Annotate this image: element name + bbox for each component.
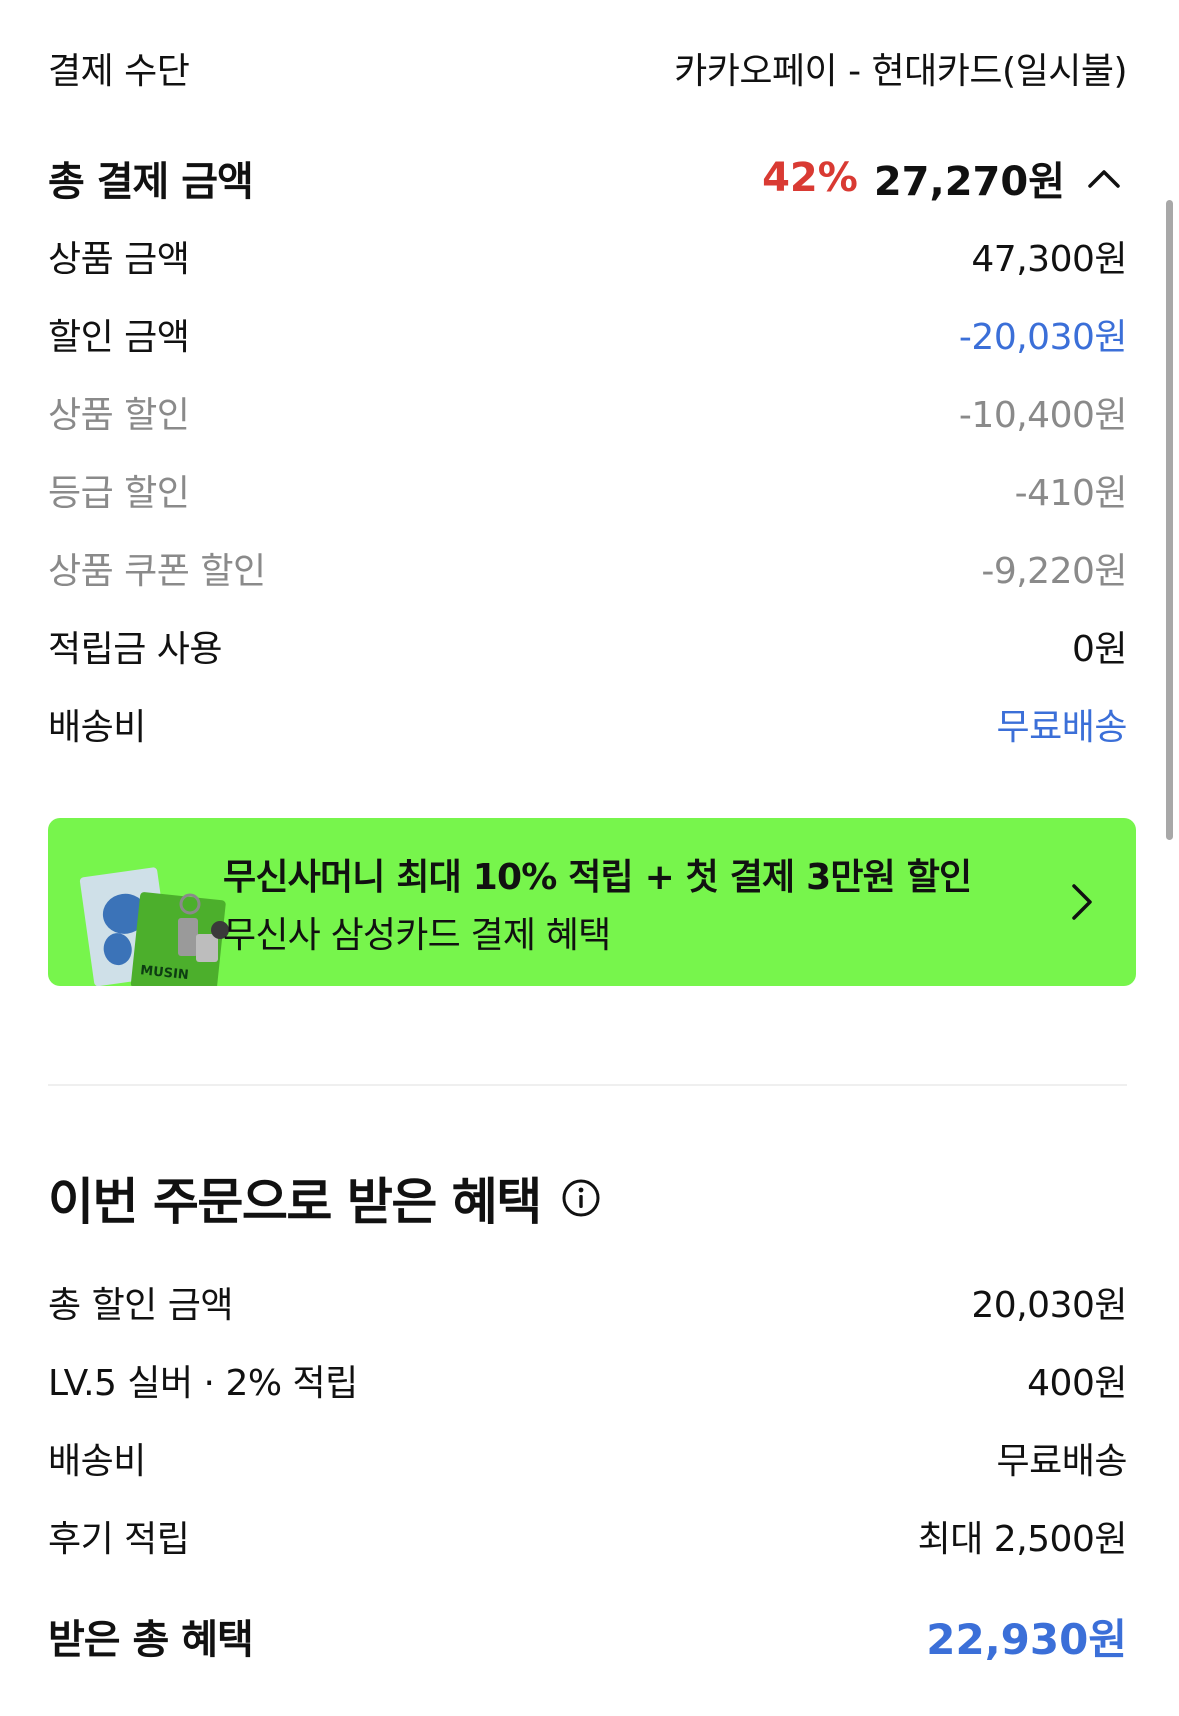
breakdown-value: 47,300원 (971, 239, 1127, 280)
benefit-row-level-points: LV.5 실버 · 2% 적립 400원 (48, 1354, 1127, 1406)
benefit-label: LV.5 실버 · 2% 적립 (48, 1363, 358, 1404)
total-benefit-row: 받은 총 혜택 22,930원 (48, 1606, 1127, 1666)
breakdown-row-product-amount: 상품 금액 47,300원 (48, 230, 1127, 282)
breakdown-value: -9,220원 (981, 551, 1127, 592)
breakdown-value: -20,030원 (958, 317, 1128, 358)
total-payment-label: 총 결제 금액 (48, 159, 254, 205)
breakdown-label: 적립금 사용 (48, 629, 223, 670)
benefit-label: 배송비 (48, 1441, 146, 1482)
benefit-value: 20,030원 (971, 1285, 1127, 1326)
section-divider (48, 1084, 1127, 1086)
banner-subtitle: 무신사 삼성카드 결제 혜택 (223, 915, 611, 956)
breakdown-row-coupon-discount: 상품 쿠폰 할인 -9,220원 (48, 542, 1127, 594)
info-icon[interactable] (561, 1178, 601, 1218)
breakdown-label: 할인 금액 (48, 317, 190, 358)
benefit-label: 후기 적립 (48, 1519, 190, 1560)
benefit-value: 400원 (1027, 1363, 1127, 1404)
breakdown-label: 등급 할인 (48, 473, 190, 514)
total-benefit-label: 받은 총 혜택 (48, 1617, 254, 1663)
benefit-label: 총 할인 금액 (48, 1285, 234, 1326)
musinsa-card-banner[interactable]: MUSIN 무신사머니 최대 10% 적립 + 첫 결제 3만원 할인 무신사 … (48, 818, 1136, 986)
banner-title: 무신사머니 최대 10% 적립 + 첫 결제 3만원 할인 (223, 857, 972, 898)
breakdown-label: 상품 할인 (48, 395, 190, 436)
total-payment-amount: 27,270원 (873, 159, 1065, 205)
benefit-row-total-discount: 총 할인 금액 20,030원 (48, 1276, 1127, 1328)
breakdown-value: 무료배송 (996, 707, 1128, 748)
breakdown-value: -10,400원 (958, 395, 1128, 436)
card-promo-image: MUSIN (79, 867, 229, 986)
payment-method-value: 카카오페이 - 현대카드(일시불) (674, 51, 1127, 92)
breakdown-label: 상품 금액 (48, 239, 190, 280)
breakdown-row-points-used: 적립금 사용 0원 (48, 620, 1128, 672)
benefits-title: 이번 주문으로 받은 혜택 (48, 1173, 542, 1231)
benefit-row-review-points: 후기 적립 최대 2,500원 (48, 1510, 1128, 1562)
benefit-row-shipping: 배송비 무료배송 (48, 1432, 1128, 1484)
total-payment-summary: 42% 27,270원 (762, 149, 1127, 207)
chevron-up-icon[interactable] (1081, 155, 1127, 201)
breakdown-row-discount-amount: 할인 금액 -20,030원 (48, 308, 1128, 360)
scrollbar[interactable] (1166, 200, 1173, 840)
benefits-section-title: 이번 주문으로 받은 혜택 (48, 1162, 601, 1234)
benefit-value: 최대 2,500원 (917, 1519, 1128, 1560)
breakdown-row-product-discount: 상품 할인 -10,400원 (48, 386, 1128, 438)
breakdown-label: 배송비 (48, 707, 146, 748)
chevron-right-icon (1072, 884, 1092, 920)
payment-method-label: 결제 수단 (48, 51, 190, 92)
total-benefit-value: 22,930원 (926, 1614, 1127, 1664)
breakdown-row-grade-discount: 등급 할인 -410원 (48, 464, 1128, 516)
payment-method-row: 결제 수단 카카오페이 - 현대카드(일시불) (48, 42, 1127, 94)
discount-rate: 42% (762, 155, 858, 201)
benefit-value: 무료배송 (996, 1441, 1128, 1482)
breakdown-value: 0원 (1071, 629, 1128, 670)
total-payment-row[interactable]: 총 결제 금액 42% 27,270원 (48, 148, 1127, 208)
breakdown-row-shipping: 배송비 무료배송 (48, 698, 1128, 750)
breakdown-label: 상품 쿠폰 할인 (48, 551, 266, 592)
breakdown-value: -410원 (1014, 473, 1128, 514)
